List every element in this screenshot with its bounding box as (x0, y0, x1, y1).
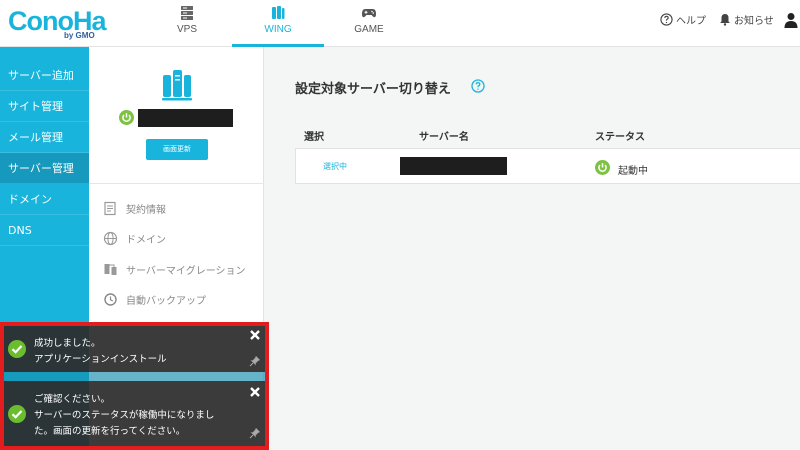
toast-title: ご確認ください。 (34, 394, 111, 405)
menu-auto-backup[interactable]: 自動バックアップ (103, 289, 206, 309)
tab-wing[interactable]: WING (232, 0, 324, 47)
sidebar-item-dns[interactable]: DNS (0, 215, 89, 246)
question-circle-icon[interactable] (471, 79, 485, 93)
help-label: ヘルプ (676, 16, 706, 27)
redacted-server-name (400, 157, 507, 175)
notice-link[interactable]: お知らせ (719, 12, 774, 27)
menu-auto-backup-label: 自動バックアップ (126, 295, 206, 307)
sidebar-item-domain[interactable]: ドメイン (0, 184, 89, 215)
toast-message-line-2: た。画面の更新を行ってください。 (34, 426, 186, 437)
wing-server-icon (272, 6, 285, 19)
tab-vps-label: VPS (176, 24, 197, 35)
redacted-server-name (138, 109, 233, 127)
close-icon[interactable] (249, 386, 261, 398)
tab-game-label: GAME (354, 24, 384, 35)
close-icon[interactable] (249, 329, 261, 341)
toast-title: 成功しました。 (34, 338, 101, 349)
toast-message-line-1: サーバーのステータスが稼働中になりまし (34, 410, 215, 421)
help-link[interactable]: ヘルプ (660, 12, 706, 27)
refresh-button[interactable]: 画面更新 (146, 139, 208, 160)
column-header-server-name: サーバー名 (419, 132, 469, 143)
menu-server-migration-label: サーバーマイグレーション (126, 265, 246, 277)
pin-icon[interactable] (249, 355, 261, 367)
panel-divider (89, 183, 264, 184)
contract-icon (104, 201, 116, 215)
check-circle-icon (8, 340, 26, 358)
toast-separator (4, 372, 265, 381)
toast-message: アプリケーションインストール (34, 354, 167, 365)
tab-wing-label: WING (264, 24, 292, 35)
question-circle-icon (660, 13, 673, 26)
status-power-icon (595, 160, 610, 175)
server-cluster-icon (162, 70, 192, 101)
check-circle-icon (8, 405, 26, 423)
server-rack-icon (181, 6, 193, 20)
logo-subtext: by GMO (64, 31, 95, 40)
tab-game[interactable]: GAME (324, 0, 414, 47)
power-icon (122, 113, 131, 122)
menu-domain[interactable]: ドメイン (103, 228, 166, 248)
top-header: ConoHa by GMO VPS WING GAME ヘルプ お知らせ (0, 0, 800, 47)
sidebar-item-site-management[interactable]: サイト管理 (0, 91, 89, 122)
server-power-status-icon (119, 110, 134, 125)
column-header-select: 選択 (304, 132, 324, 143)
backup-clock-icon (104, 292, 117, 306)
sidebar-item-mail-management[interactable]: メール管理 (0, 122, 89, 153)
server-status: 起動中 (618, 166, 648, 177)
toast-info: ご確認ください。 サーバーのステータスが稼働中になりまし た。画面の更新を行って… (4, 381, 265, 446)
bell-icon (720, 14, 730, 26)
notice-label: お知らせ (734, 16, 774, 27)
gamepad-icon (362, 9, 376, 18)
globe-icon (103, 231, 118, 245)
user-icon[interactable] (784, 12, 798, 28)
sidebar-item-add-server[interactable]: サーバー追加 (0, 60, 89, 91)
sidebar-item-server-management[interactable]: サーバー管理 (0, 153, 89, 184)
menu-contract-info-label: 契約情報 (126, 204, 166, 216)
tab-vps[interactable]: VPS (142, 0, 232, 47)
menu-server-migration[interactable]: サーバーマイグレーション (103, 259, 246, 279)
page-title: 設定対象サーバー切り替え (295, 82, 451, 97)
menu-contract-info[interactable]: 契約情報 (103, 198, 166, 218)
column-header-status: ステータス (595, 132, 645, 143)
power-icon (598, 163, 607, 172)
conoha-logo[interactable]: ConoHa by GMO (8, 6, 108, 42)
table-row (295, 148, 800, 184)
toast-success: 成功しました。 アプリケーションインストール (4, 326, 265, 372)
migration-icon (104, 263, 117, 275)
menu-domain-label: ドメイン (126, 234, 166, 246)
selected-server-link[interactable]: 選択中 (323, 161, 347, 172)
pin-icon[interactable] (249, 427, 261, 439)
